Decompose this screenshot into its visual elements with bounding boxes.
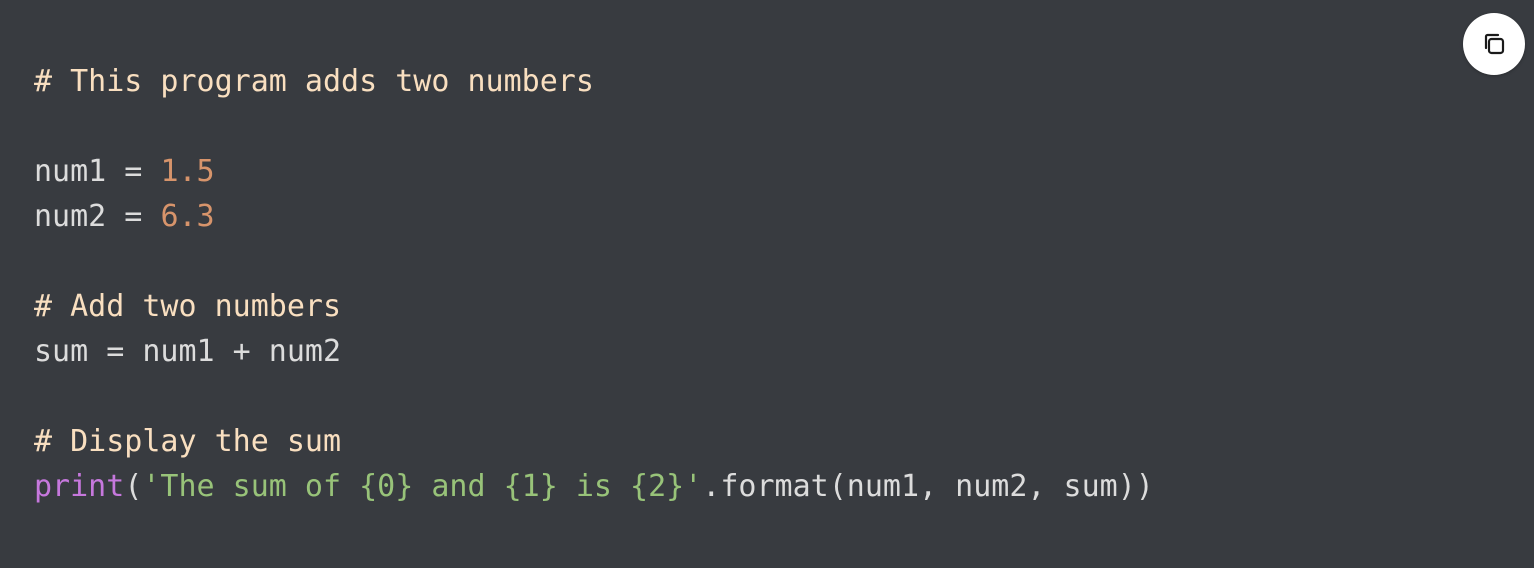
operator: = bbox=[106, 199, 161, 234]
variable: num2 bbox=[34, 199, 107, 234]
code-line: num1 = 1.5 bbox=[34, 149, 1154, 194]
code-line-empty bbox=[34, 374, 1154, 419]
code-line: print('The sum of {0} and {1} is {2}'.fo… bbox=[34, 464, 1154, 509]
code-line: sum = num1 + num2 bbox=[34, 334, 342, 369]
code-line-comment: # Display the sum bbox=[34, 424, 342, 459]
string-literal: 'The sum of {0} and {1} is {2}' bbox=[142, 469, 703, 504]
code-line: num2 = 6.3 bbox=[34, 194, 1154, 239]
code-line-empty bbox=[34, 239, 1154, 284]
copy-icon bbox=[1484, 33, 1505, 55]
code-line-comment: # Add two numbers bbox=[34, 289, 342, 324]
code-content: # This program adds two numbers num1 = 1.… bbox=[34, 59, 1154, 509]
number-literal: 6.3 bbox=[160, 199, 215, 234]
copy-button[interactable] bbox=[1463, 13, 1525, 75]
method-call: .format(num1, num2, sum)) bbox=[702, 469, 1154, 504]
paren: ( bbox=[124, 469, 143, 504]
code-line-empty bbox=[34, 104, 1154, 149]
function-name: print bbox=[34, 469, 125, 504]
operator: = bbox=[106, 154, 161, 189]
variable: num1 bbox=[34, 154, 107, 189]
code-block: # This program adds two numbers num1 = 1.… bbox=[0, 0, 1534, 568]
number-literal: 1.5 bbox=[160, 154, 215, 189]
code-line-comment: # This program adds two numbers bbox=[34, 64, 594, 99]
